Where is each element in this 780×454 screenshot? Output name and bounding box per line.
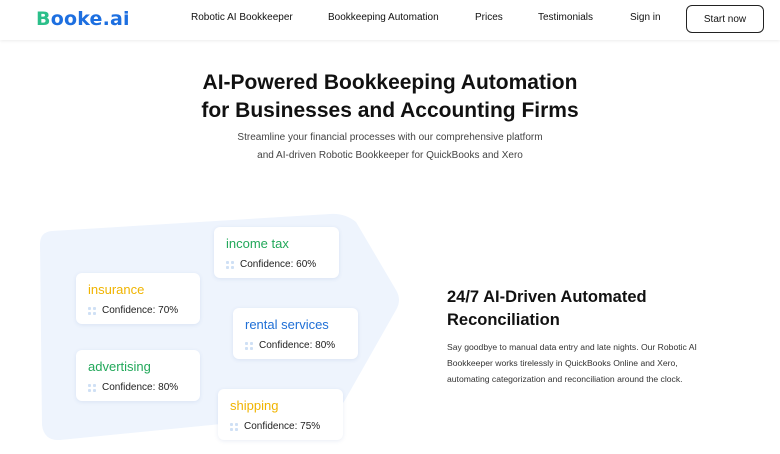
confidence-row: Confidence: 80% (245, 340, 335, 351)
grid-dots-icon (245, 341, 253, 350)
nav-bookkeeping-automation[interactable]: Bookkeeping Automation (328, 12, 439, 23)
feature-desc-line-2: Bookkeeper works tirelessly in QuickBook… (447, 358, 678, 368)
nav-robotic-ai-bookkeeper[interactable]: Robotic AI Bookkeeper (191, 12, 293, 23)
feature-desc-line-3: automating categorization and reconcilia… (447, 374, 683, 384)
confidence-row: Confidence: 60% (226, 259, 316, 270)
category-card-advertising: advertising Confidence: 80% (76, 350, 200, 401)
logo-initial: B (36, 8, 51, 30)
hero-subtitle: Streamline your financial processes with… (0, 129, 780, 165)
nav-prices[interactable]: Prices (475, 12, 503, 23)
category-tag: rental services (245, 317, 329, 332)
grid-dots-icon (226, 260, 234, 269)
hero-subtitle-line-2: and AI-driven Robotic Bookkeeper for Qui… (257, 150, 523, 161)
grid-dots-icon (230, 422, 238, 431)
category-card-insurance: insurance Confidence: 70% (76, 273, 200, 324)
category-tag: income tax (226, 236, 289, 251)
confidence-row: Confidence: 80% (88, 382, 178, 393)
nav-sign-in[interactable]: Sign in (630, 12, 661, 23)
confidence-label: Confidence: 80% (259, 340, 336, 351)
confidence-label: Confidence: 75% (244, 421, 321, 432)
feature-description: Say goodbye to manual data entry and lat… (447, 339, 747, 387)
feature-title-line-1: 24/7 AI-Driven Automated (447, 288, 647, 306)
feature-title-line-2: Reconciliation (447, 311, 560, 329)
logo-text: ooke.ai (50, 8, 130, 30)
category-tag: advertising (88, 359, 151, 374)
hero-title-line-2: for Businesses and Accounting Firms (201, 99, 579, 122)
hero-subtitle-line-1: Streamline your financial processes with… (237, 132, 543, 143)
top-navbar: Booke.ai Robotic AI Bookkeeper Bookkeepi… (0, 0, 780, 40)
category-card-income-tax: income tax Confidence: 60% (214, 227, 339, 278)
hero-title-line-1: AI-Powered Bookkeeping Automation (202, 71, 578, 94)
confidence-label: Confidence: 70% (102, 305, 179, 316)
feature-title: 24/7 AI-Driven Automated Reconciliation (447, 286, 747, 332)
confidence-label: Confidence: 60% (240, 259, 317, 270)
category-tag: insurance (88, 282, 145, 297)
start-now-button[interactable]: Start now (686, 5, 764, 33)
category-card-shipping: shipping Confidence: 75% (218, 389, 343, 440)
category-tag: shipping (230, 398, 279, 413)
booke-logo[interactable]: Booke.ai (36, 8, 130, 30)
hero-title: AI-Powered Bookkeeping Automation for Bu… (0, 69, 780, 125)
confidence-row: Confidence: 70% (88, 305, 178, 316)
category-card-rental-services: rental services Confidence: 80% (233, 308, 358, 359)
grid-dots-icon (88, 383, 96, 392)
feature-desc-line-1: Say goodbye to manual data entry and lat… (447, 342, 697, 352)
grid-dots-icon (88, 306, 96, 315)
confidence-label: Confidence: 80% (102, 382, 179, 393)
confidence-row: Confidence: 75% (230, 421, 320, 432)
nav-testimonials[interactable]: Testimonials (538, 12, 593, 23)
